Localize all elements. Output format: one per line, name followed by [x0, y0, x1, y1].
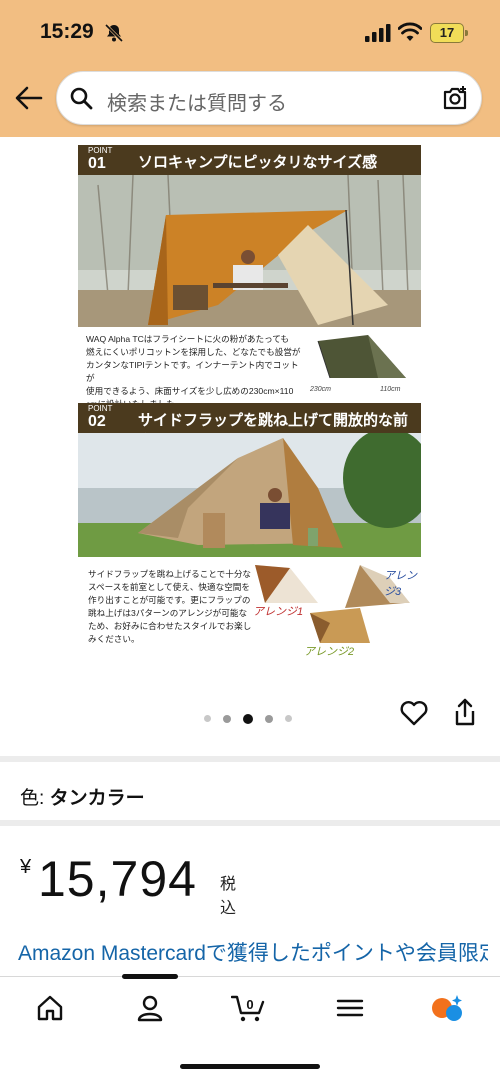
menu-icon[interactable] — [335, 993, 365, 1023]
divider-2 — [0, 820, 500, 826]
home-icon[interactable] — [35, 993, 65, 1023]
price-amount: 15,794 — [38, 851, 197, 907]
arrangement-3-label: アレンジ3 — [384, 570, 417, 598]
point-02-label: POINT 02 — [88, 404, 113, 431]
search-bar[interactable]: 検索または質問する — [56, 71, 482, 125]
point-01-description: WAQ Alpha TCはフライシートに火の粉があたっても 燃えにくいポリコット… — [86, 334, 301, 409]
cellular-signal-icon — [365, 24, 391, 42]
heart-icon[interactable] — [399, 698, 429, 728]
arrow-left-icon[interactable] — [14, 84, 44, 112]
carousel-indicator[interactable] — [204, 710, 304, 724]
arrangement-1-label: アレンジ1 — [253, 606, 304, 618]
carousel-dot-5[interactable] — [285, 715, 292, 723]
inner-tent-diagram — [317, 335, 406, 379]
battery-icon: 17 — [430, 23, 468, 43]
account-icon[interactable] — [135, 993, 165, 1023]
point-01-header: POINT 01 ソロキャンプにピッタリなサイズ感 — [78, 145, 421, 175]
search-input[interactable]: 検索または質問する — [107, 87, 287, 116]
carousel-dot-1[interactable] — [204, 715, 211, 723]
status-time: 15:29 — [40, 20, 94, 43]
color-label: 色: — [20, 788, 50, 809]
color-selector[interactable]: 色: タンカラー — [20, 783, 145, 810]
cart-count: 0 — [246, 997, 253, 1012]
color-value: タンカラー — [49, 788, 145, 809]
tent-photo-1 — [78, 175, 421, 327]
mastercard-promo-link[interactable]: Amazon Mastercardで獲得したポイントや会員限定特典を今すぐ確認！ — [18, 940, 488, 976]
tent-photo-2 — [78, 433, 421, 557]
status-bar: 15:29 17 — [0, 0, 500, 66]
divider-1 — [0, 756, 500, 762]
product-image[interactable]: POINT 01 ソロキャンプにピッタリなサイズ感 WAQ Alpha TCはフ… — [78, 145, 421, 665]
carousel-dot-4[interactable] — [265, 714, 273, 723]
top-header: 15:29 17 検索または質問する — [0, 0, 500, 137]
arrangement-2-label: アレンジ2 — [304, 646, 355, 658]
dimension-width: 110cm — [380, 386, 401, 393]
home-indicator — [180, 1064, 320, 1069]
page: 15:29 17 検索または質問する POINT 01 ソロキャンプにピッタリな… — [0, 0, 500, 1080]
point-02-description: サイドフラップを跳ね上げることで十分な スペースを前室として使え、快適な空間を … — [88, 569, 252, 644]
carousel-dot-3[interactable] — [243, 713, 253, 724]
carousel-dot-2[interactable] — [223, 714, 231, 723]
search-icon — [70, 87, 93, 110]
point-01-title: ソロキャンプにピッタリなサイズ感 — [138, 154, 378, 171]
nav-active-indicator — [122, 974, 178, 979]
rufus-ai-icon[interactable] — [430, 993, 464, 1023]
point-01-label: POINT 01 — [88, 146, 113, 173]
point-02-header: POINT 02 サイドフラップを跳ね上げて開放的な前室を — [78, 403, 421, 450]
dimension-length: 230cm — [310, 386, 332, 393]
price-currency: ¥ — [20, 856, 32, 878]
price-tax-label: 税込 — [220, 876, 237, 917]
cart-icon[interactable]: 0 — [231, 993, 267, 1023]
bell-slash-icon — [104, 23, 124, 43]
share-icon[interactable] — [451, 697, 479, 727]
wifi-icon — [398, 22, 422, 41]
camera-search-icon[interactable] — [441, 84, 469, 112]
